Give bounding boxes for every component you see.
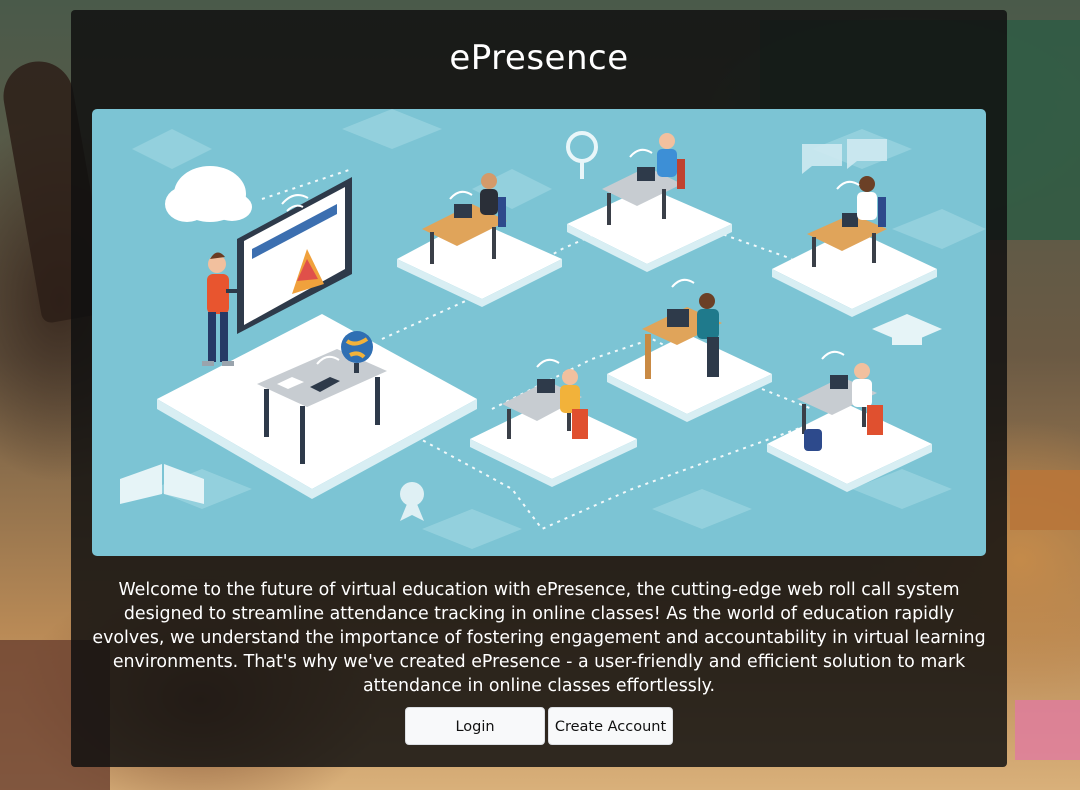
create-account-button[interactable]: Create Account xyxy=(548,707,673,745)
magnifier-icon xyxy=(566,131,598,179)
virtual-classroom-illustration xyxy=(120,109,986,549)
wifi-icon xyxy=(281,148,860,368)
award-icon xyxy=(400,482,424,521)
auth-actions: Login Create Account xyxy=(71,707,1007,747)
book-icon xyxy=(120,464,204,504)
page-title: ePresence xyxy=(449,38,629,78)
background-object xyxy=(1015,700,1080,760)
hero-illustration xyxy=(92,109,986,556)
graduation-cap-icon xyxy=(872,314,942,345)
welcome-panel: ePresence Welcome to the future of virtu… xyxy=(71,10,1007,767)
presentation-board xyxy=(237,177,352,334)
background-desk xyxy=(1010,470,1080,530)
welcome-description: Welcome to the future of virtual educati… xyxy=(92,580,986,696)
login-button[interactable]: Login xyxy=(405,707,545,745)
cloud-icon xyxy=(165,166,252,222)
teacher-figure xyxy=(202,252,240,366)
